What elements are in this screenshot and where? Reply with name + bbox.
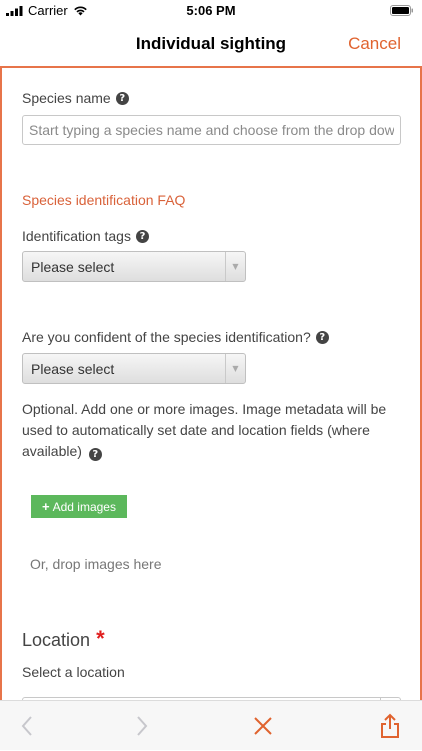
chevron-down-icon: ▼ [225, 252, 245, 281]
identification-tags-select[interactable]: Please select ▼ [22, 251, 246, 282]
drop-images-zone[interactable]: Or, drop images here [30, 556, 162, 572]
help-icon[interactable]: ? [116, 92, 129, 105]
species-name-label-text: Species name [22, 90, 111, 106]
sighting-form: Species name ? Species identification FA… [0, 66, 422, 700]
help-icon[interactable]: ? [136, 230, 149, 243]
plus-icon: + [42, 499, 50, 514]
forward-button[interactable] [122, 701, 162, 751]
close-icon [253, 716, 273, 736]
navigation-bar: Individual sighting Cancel [0, 22, 422, 66]
share-button[interactable] [370, 701, 410, 751]
status-bar: Carrier 5:06 PM [0, 0, 422, 22]
location-heading-text: Location [22, 630, 90, 651]
status-right [390, 4, 414, 19]
confidence-label: Are you confident of the species identif… [22, 329, 329, 345]
required-marker: * [96, 630, 105, 648]
add-images-button[interactable]: + Add images [31, 495, 127, 518]
browser-toolbar [0, 700, 422, 750]
close-button[interactable] [243, 701, 283, 751]
species-name-input[interactable] [22, 115, 401, 145]
confidence-select[interactable]: Please select ▼ [22, 353, 246, 384]
battery-icon [390, 5, 414, 16]
status-time: 5:06 PM [0, 3, 422, 18]
identification-tags-selected-value: Please select [23, 259, 225, 275]
chevron-down-icon: ▼ [225, 354, 245, 383]
species-name-label: Species name ? [22, 90, 129, 106]
cancel-button[interactable]: Cancel [348, 34, 401, 54]
identification-tags-label-text: Identification tags [22, 228, 131, 244]
back-arrow-icon [21, 716, 33, 736]
species-identification-faq-link[interactable]: Species identification FAQ [22, 192, 185, 208]
add-images-label: Add images [53, 500, 116, 514]
help-icon[interactable]: ? [89, 448, 102, 461]
images-instructions-text: Optional. Add one or more images. Image … [22, 401, 386, 459]
identification-tags-label: Identification tags ? [22, 228, 149, 244]
confidence-label-text: Are you confident of the species identif… [22, 329, 311, 345]
forward-arrow-icon [136, 716, 148, 736]
help-icon[interactable]: ? [316, 331, 329, 344]
back-button[interactable] [7, 701, 47, 751]
confidence-selected-value: Please select [23, 361, 225, 377]
location-heading: Location * [22, 630, 105, 651]
images-instructions: Optional. Add one or more images. Image … [22, 399, 407, 462]
select-location-label: Select a location [22, 664, 125, 680]
share-icon [380, 713, 400, 739]
